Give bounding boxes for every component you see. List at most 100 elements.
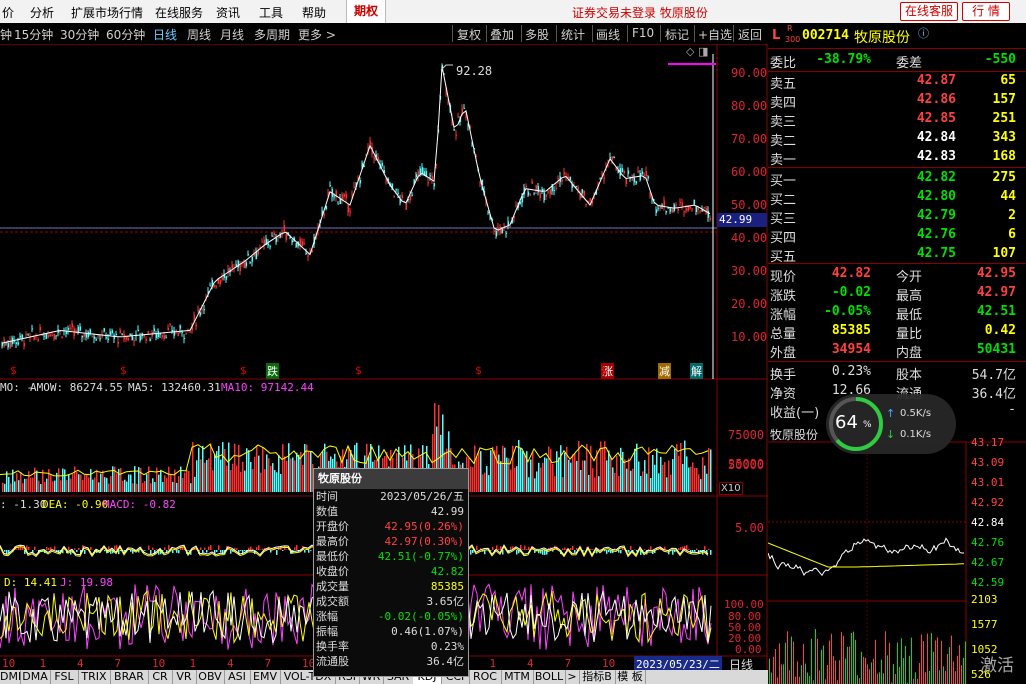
ask-row[interactable]: 卖二 42.84 343 bbox=[768, 130, 1026, 149]
volume-bar bbox=[254, 456, 256, 492]
menu-item-analysis[interactable]: 分析 bbox=[30, 4, 54, 21]
candle-body bbox=[623, 170, 626, 174]
indicator-tab-emv[interactable]: EMV bbox=[250, 670, 281, 684]
volume-bar bbox=[580, 469, 582, 492]
volume-bar bbox=[226, 465, 228, 492]
volume-bar bbox=[122, 480, 124, 492]
volume-bar bbox=[500, 461, 502, 492]
marker-down[interactable]: 跌 bbox=[266, 363, 279, 379]
menu-item-news[interactable]: 资讯 bbox=[216, 4, 240, 21]
candle-body bbox=[575, 186, 578, 188]
volume-bar bbox=[630, 470, 632, 492]
indicator-tab-模 板[interactable]: 模 板 bbox=[615, 670, 646, 684]
indicator-tab->[interactable]: > bbox=[565, 670, 580, 684]
mini-volume-bar bbox=[929, 671, 930, 684]
dividend-marker-icon[interactable]: $ bbox=[475, 364, 482, 377]
ask-row[interactable]: 卖三 42.85 251 bbox=[768, 111, 1026, 130]
overlay-button[interactable]: 叠加 bbox=[490, 26, 514, 43]
indicator-tab-dma[interactable]: DMA bbox=[20, 670, 51, 684]
info-icon[interactable]: ⓘ bbox=[918, 25, 929, 41]
volume-legend-amow: AMOW: 86274.55 bbox=[30, 381, 123, 394]
f10-button[interactable]: F10 bbox=[632, 26, 654, 40]
indicator-tab-vr[interactable]: VR bbox=[172, 670, 197, 684]
volume-bar bbox=[602, 447, 604, 492]
indicator-tab-dmi[interactable]: DMI bbox=[0, 670, 21, 684]
candle-body bbox=[115, 333, 118, 335]
candle-body bbox=[401, 194, 404, 199]
chart-option-icon[interactable]: ◇ ◨ bbox=[686, 45, 708, 58]
period-15min[interactable]: 15分钟 bbox=[14, 26, 53, 43]
candle-body bbox=[457, 116, 460, 118]
book-price: 42.76 bbox=[916, 227, 956, 242]
period-30min[interactable]: 30分钟 bbox=[60, 26, 99, 43]
bid-row[interactable]: 买一 42.82 275 bbox=[768, 170, 1026, 189]
indicator-tab-roc[interactable]: ROC bbox=[469, 670, 502, 684]
bid-row[interactable]: 买三 42.79 2 bbox=[768, 208, 1026, 227]
period-daily[interactable]: 日线 bbox=[153, 26, 177, 43]
options-tab[interactable]: 期权 bbox=[346, 0, 386, 23]
online-service-button[interactable]: 在线客服 bbox=[900, 2, 958, 21]
network-speed-widget[interactable]: 64 % ↑ 0.5K/s ↓ 0.1K/s bbox=[826, 394, 956, 454]
bid-row[interactable]: 买五 42.75 107 bbox=[768, 246, 1026, 265]
bid-row[interactable]: 买二 42.80 44 bbox=[768, 189, 1026, 208]
indicator-tab-asi[interactable]: ASI bbox=[224, 670, 251, 684]
indicator-tab-brar[interactable]: BRAR bbox=[110, 670, 149, 684]
candle-body bbox=[109, 331, 112, 335]
mini-intraday-chart[interactable]: 牧原股份 43.17 43.09 43.01 42.92 42.84 42.76 42.67… bbox=[768, 423, 1026, 684]
ask-row[interactable]: 卖四 42.86 157 bbox=[768, 92, 1026, 111]
candle-body bbox=[433, 183, 436, 187]
dividend-marker-icon[interactable]: $ bbox=[120, 364, 127, 377]
dividend-marker-icon[interactable]: $ bbox=[600, 364, 607, 377]
menu-item-extended-market[interactable]: 扩展市场行情 bbox=[71, 4, 143, 21]
dividend-marker-icon[interactable]: $ bbox=[240, 364, 247, 377]
adjust-button[interactable]: 复权 bbox=[457, 26, 481, 43]
indicator-tab-mtm[interactable]: MTM bbox=[501, 670, 534, 684]
period-1min[interactable]: 钟 bbox=[0, 26, 12, 43]
candle-body bbox=[85, 333, 88, 338]
indicator-tab-fsl[interactable]: FSL bbox=[50, 670, 79, 684]
macd-bar bbox=[686, 545, 688, 550]
volume-bar bbox=[702, 457, 704, 492]
period-weekly[interactable]: 周线 bbox=[187, 26, 211, 43]
volume-bar bbox=[224, 448, 226, 492]
marker-unlock[interactable]: 解 bbox=[690, 363, 703, 379]
indicator-tab-trix[interactable]: TRIX bbox=[78, 670, 111, 684]
volume-bar bbox=[154, 482, 156, 492]
ask-row[interactable]: 卖五 42.87 65 bbox=[768, 73, 1026, 92]
indicator-tab-cr[interactable]: CR bbox=[148, 670, 173, 684]
menu-item-online-service[interactable]: 在线服务 bbox=[155, 4, 203, 21]
candle-body bbox=[415, 174, 418, 178]
quote-mode-button[interactable]: 行 情 bbox=[962, 2, 1010, 21]
indicator-tab-boll[interactable]: BOLL bbox=[533, 670, 566, 684]
period-multi[interactable]: 多周期 bbox=[254, 26, 290, 43]
add-watchlist-button[interactable]: +自选 bbox=[698, 26, 732, 43]
dividend-marker-icon[interactable]: $ bbox=[355, 364, 362, 377]
volume-bar bbox=[472, 467, 474, 492]
volume-bar bbox=[252, 469, 254, 492]
ask-row[interactable]: 卖一 42.83 168 bbox=[768, 149, 1026, 168]
volume-bar bbox=[284, 456, 286, 492]
macd-bar bbox=[68, 546, 70, 550]
volume-bar bbox=[478, 452, 480, 492]
period-60min[interactable]: 60分钟 bbox=[106, 26, 145, 43]
statistics-button[interactable]: 统计 bbox=[561, 26, 585, 43]
book-level-label: 卖三 bbox=[770, 115, 797, 130]
book-level-label: 卖一 bbox=[770, 153, 797, 168]
menu-item-help[interactable]: 帮助 bbox=[302, 4, 326, 21]
candle-body bbox=[97, 335, 100, 337]
menu-item-tools[interactable]: 工具 bbox=[259, 4, 283, 21]
period-monthly[interactable]: 月线 bbox=[220, 26, 244, 43]
multi-stock-button[interactable]: 多股 bbox=[525, 26, 549, 43]
back-button[interactable]: 返回 bbox=[738, 26, 762, 43]
candle-body bbox=[599, 177, 602, 179]
menu-item-price[interactable]: 价 bbox=[2, 4, 14, 21]
draw-line-button[interactable]: 画线 bbox=[596, 26, 620, 43]
dividend-marker-icon[interactable]: $ bbox=[10, 364, 17, 377]
mark-button[interactable]: 标记 bbox=[665, 26, 689, 43]
bid-row[interactable]: 买四 42.76 6 bbox=[768, 227, 1026, 246]
marker-reduce[interactable]: 减 bbox=[658, 363, 671, 379]
stat-value: -0.02 bbox=[831, 285, 871, 300]
indicator-tab-obv[interactable]: OBV bbox=[196, 670, 225, 684]
indicator-tab-指标b[interactable]: 指标B bbox=[579, 670, 616, 684]
period-more[interactable]: 更多 > bbox=[298, 26, 336, 43]
